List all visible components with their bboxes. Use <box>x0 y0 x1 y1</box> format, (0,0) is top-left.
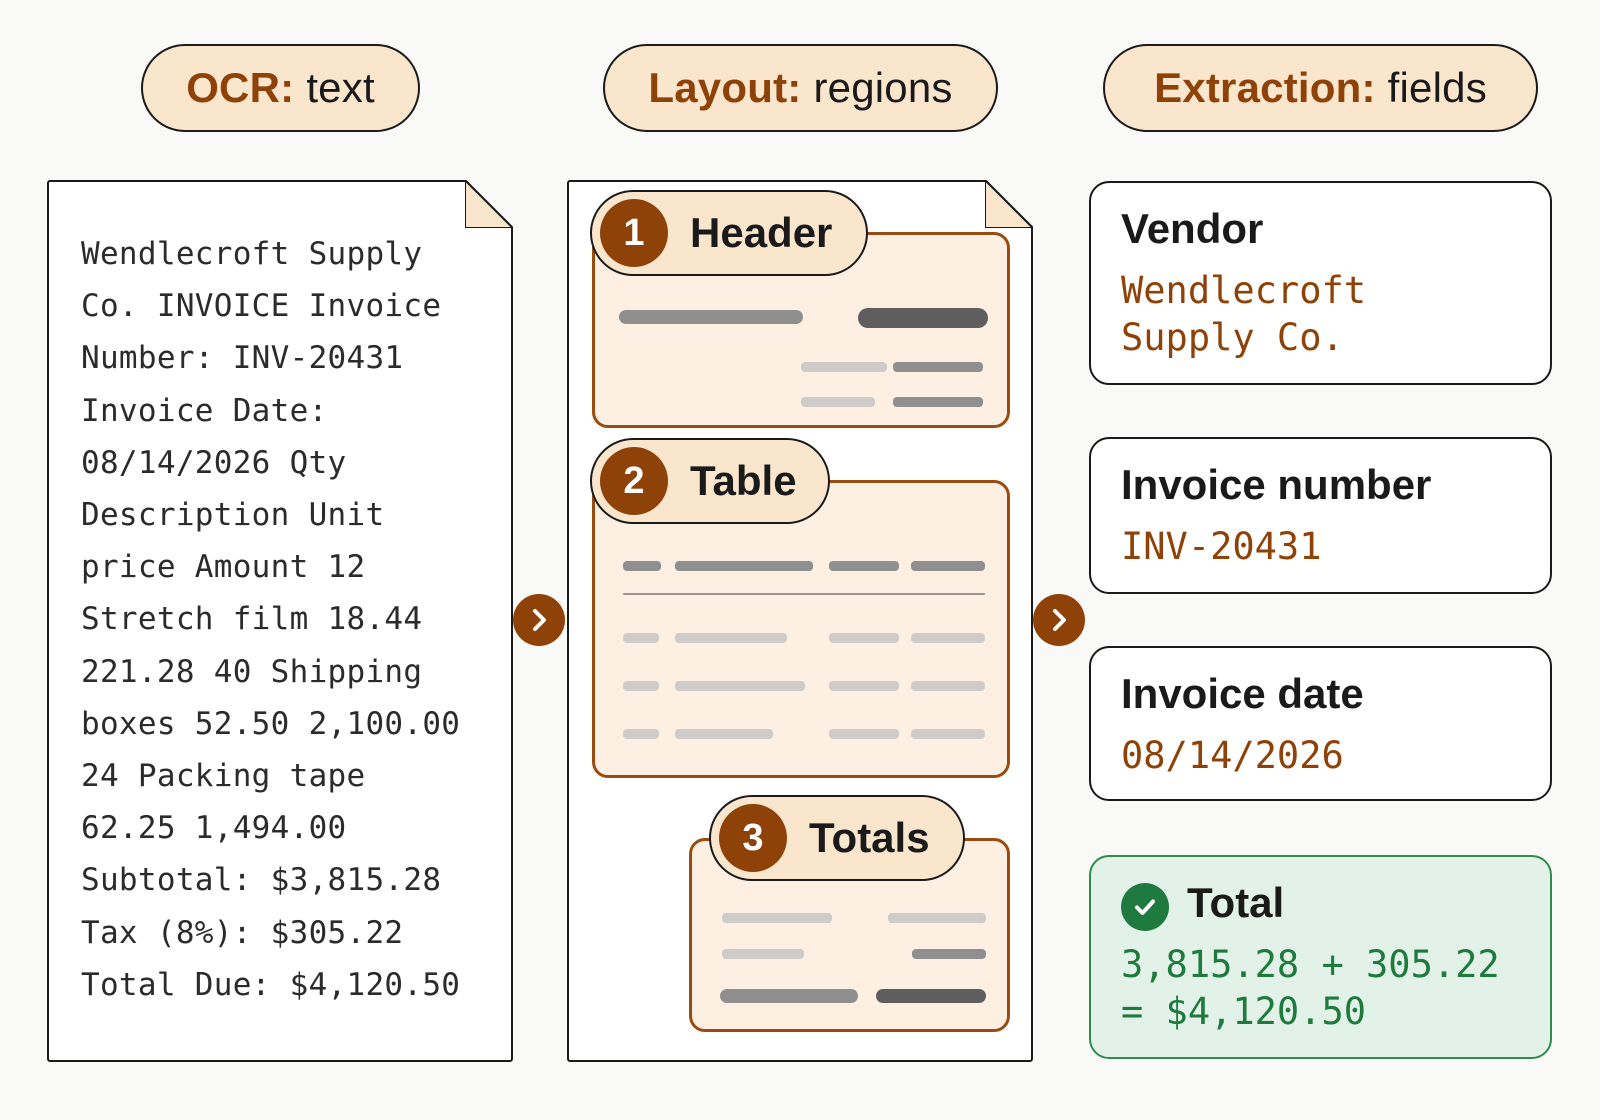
placeholder-bar <box>911 729 985 739</box>
placeholder-bar <box>623 561 661 571</box>
folded-corner-icon <box>985 180 1033 228</box>
invoice-date-field-title: Invoice date <box>1121 670 1364 717</box>
placeholder-bar <box>675 729 773 739</box>
layout-document: 1 Header 2 Table 3 Totals <box>567 180 1033 1062</box>
flow-arrow-layout-to-extraction <box>1033 594 1085 646</box>
placeholder-bar <box>623 633 659 643</box>
table-separator-line <box>623 593 985 595</box>
placeholder-bar <box>911 681 985 691</box>
placeholder-bar <box>722 949 804 959</box>
placeholder-bar <box>675 561 813 571</box>
invoice-date-field-value: 08/14/2026 <box>1121 734 1344 777</box>
total-field-value: 3,815.28 + 305.22 = $4,120.50 <box>1121 943 1500 1033</box>
placeholder-bar <box>911 561 985 571</box>
layout-column-header: Layout: regions <box>603 44 998 132</box>
ocr-text-line: 62.25 1,494.00 <box>81 810 347 847</box>
flow-arrow-ocr-to-layout <box>513 594 565 646</box>
region-tag-table: 2 Table <box>590 438 830 524</box>
placeholder-bar <box>876 989 986 1003</box>
ocr-text-line: 24 Packing tape <box>81 758 366 795</box>
ocr-text-line: 08/14/2026 Qty <box>81 444 347 481</box>
total-field-card: Total 3,815.28 + 305.22 = $4,120.50 <box>1089 855 1552 1059</box>
region-number-badge: 3 <box>719 804 787 872</box>
placeholder-bar <box>675 633 787 643</box>
invoice-number-field-card: Invoice number INV-20431 <box>1089 437 1552 594</box>
ocr-text-line: Stretch film 18.44 <box>81 601 423 638</box>
placeholder-bar <box>801 397 875 407</box>
ocr-text-line: boxes 52.50 2,100.00 <box>81 705 461 742</box>
extraction-header-key: Extraction: <box>1154 64 1376 111</box>
ocr-header-key: OCR: <box>186 64 295 111</box>
region-label: Header <box>690 209 833 256</box>
region-label: Table <box>690 457 797 504</box>
invoice-number-field-value: INV-20431 <box>1121 525 1322 568</box>
placeholder-bar <box>829 681 899 691</box>
layout-header-key: Layout: <box>648 64 802 111</box>
ocr-document: Wendlecroft Supply Co. INVOICE Invoice Num… <box>47 180 513 1062</box>
folded-corner-icon <box>465 180 513 228</box>
region-number-badge: 2 <box>600 447 668 515</box>
ocr-text-line: Wendlecroft Supply <box>81 236 423 272</box>
region-tag-header: 1 Header <box>590 190 868 276</box>
placeholder-bar <box>722 913 832 923</box>
placeholder-bar <box>888 913 986 923</box>
placeholder-bar <box>623 681 659 691</box>
ocr-header-value: text <box>306 64 375 111</box>
total-field-title: Total <box>1187 879 1285 926</box>
placeholder-bar <box>829 633 899 643</box>
placeholder-bar <box>893 362 983 372</box>
placeholder-bar <box>619 310 803 324</box>
placeholder-bar <box>720 989 858 1003</box>
placeholder-bar <box>911 633 985 643</box>
ocr-text-line: 221.28 40 Shipping <box>81 653 423 690</box>
placeholder-bar <box>801 362 887 372</box>
invoice-number-field-title: Invoice number <box>1121 461 1432 508</box>
ocr-text-line: Invoice Date: <box>81 392 328 429</box>
ocr-text-line: price Amount 12 <box>81 549 366 586</box>
placeholder-bar <box>623 729 659 739</box>
ocr-column-header: OCR: text <box>141 44 420 132</box>
chevron-right-icon <box>533 609 546 631</box>
check-circle-icon <box>1121 883 1169 931</box>
placeholder-bar <box>829 729 899 739</box>
invoice-date-field-card: Invoice date 08/14/2026 <box>1089 646 1552 801</box>
extraction-column-header: Extraction: fields <box>1103 44 1538 132</box>
region-tag-totals: 3 Totals <box>709 795 965 881</box>
region-label: Totals <box>809 814 930 861</box>
placeholder-bar <box>858 308 988 328</box>
ocr-text-line: Number: INV-20431 <box>81 340 404 377</box>
extraction-header-value: fields <box>1387 64 1487 111</box>
ocr-text-line: Tax (8%): $305.22 <box>81 914 404 951</box>
region-number-badge: 1 <box>600 199 668 267</box>
layout-header-value: regions <box>813 64 953 111</box>
vendor-field-value: Wendlecroft Supply Co. <box>1121 269 1367 359</box>
chevron-right-icon <box>1053 609 1066 631</box>
vendor-field-title: Vendor <box>1121 205 1264 252</box>
ocr-text-line: Subtotal: $3,815.28 <box>81 862 442 899</box>
ocr-text-block: Wendlecroft Supply Co. INVOICE Invoice Num… <box>81 228 501 1011</box>
ocr-text-line: Total Due: $4,120.50 <box>81 966 461 1003</box>
placeholder-bar <box>675 681 805 691</box>
table-region <box>592 480 1010 778</box>
ocr-text-line: Description Unit <box>81 497 385 534</box>
placeholder-bar <box>893 397 983 407</box>
placeholder-bar <box>829 561 899 571</box>
vendor-field-card: Vendor Wendlecroft Supply Co. <box>1089 181 1552 385</box>
placeholder-bar <box>912 949 986 959</box>
ocr-text-line: Co. INVOICE Invoice <box>81 288 442 325</box>
